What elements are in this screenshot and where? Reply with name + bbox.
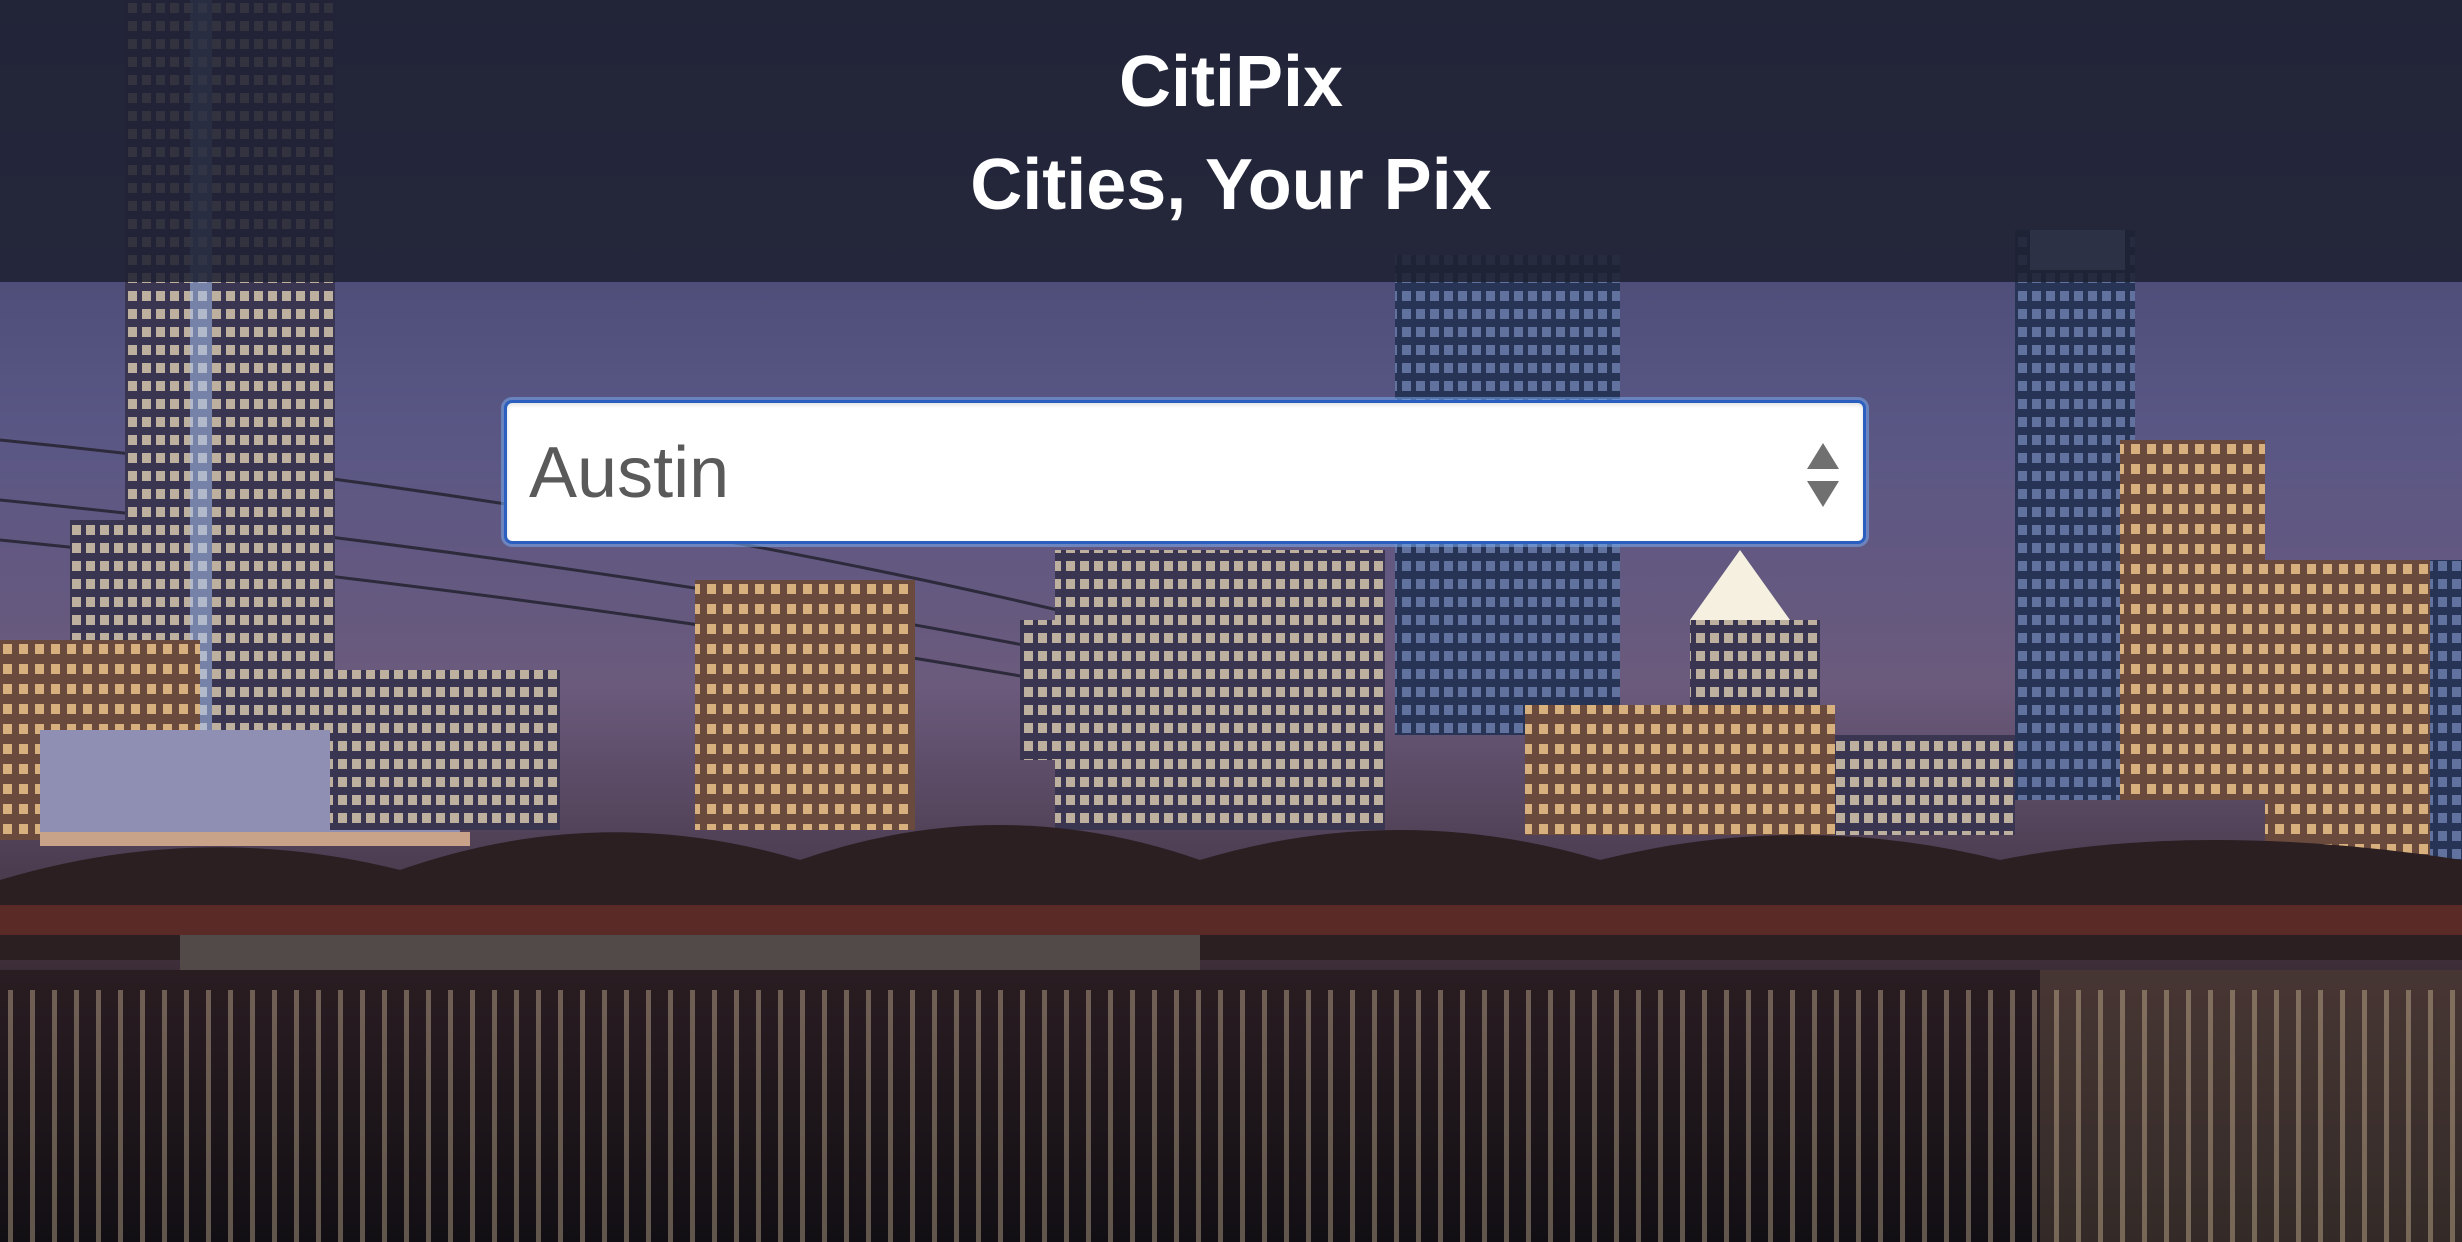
- up-down-arrows-icon: [1807, 443, 1839, 507]
- city-select[interactable]: Austin: [504, 400, 1866, 544]
- site-tagline: Cities, Your Pix: [970, 145, 1492, 225]
- city-select-value: Austin: [529, 433, 730, 513]
- page: CitiPix Cities, Your Pix Austin: [0, 0, 2462, 1242]
- site-title: CitiPix: [1118, 42, 1344, 122]
- header: CitiPix Cities, Your Pix: [0, 0, 2462, 282]
